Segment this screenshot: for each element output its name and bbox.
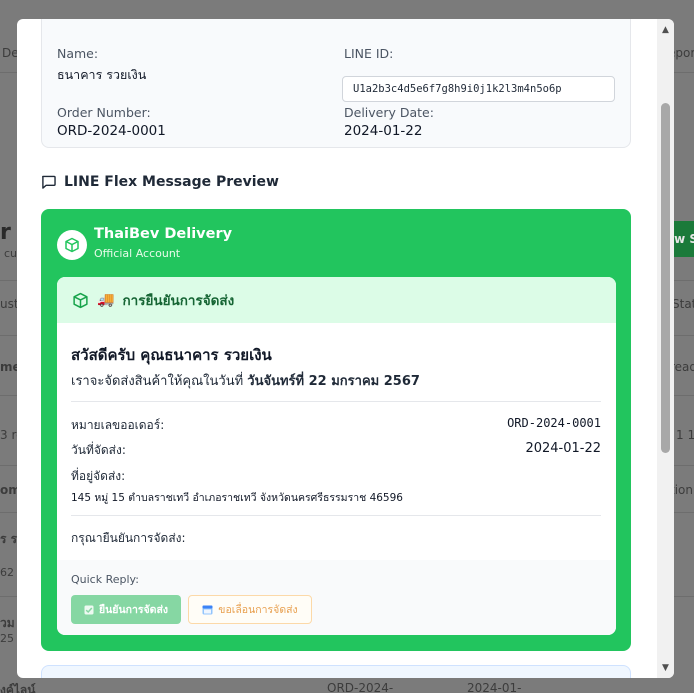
bg-fragment: 62 [0, 566, 14, 579]
date-value: 2024-01-22 [525, 441, 601, 456]
next-section-card [41, 665, 631, 678]
oa-avatar [57, 230, 87, 260]
bg-fragment: cu [4, 247, 18, 260]
modal-scroll-content[interactable]: Name: ธนาคาร รวยเงิน LINE ID: U1a2b3c4d5… [17, 19, 657, 678]
calendar-icon [202, 605, 213, 615]
greeting: สวัสดีครับ คุณธนาคาร รวยเงิน [71, 346, 272, 364]
bg-fragment: ORD-2024- [327, 681, 394, 693]
package-icon [65, 237, 79, 253]
order-number-value: ORD-2024-0001 [57, 123, 166, 139]
delivery-date-label: Delivery Date: [344, 105, 434, 120]
flex-bubble: 🚚 การยืนยันการจัดส่ง สวัสดีครับ คุณธนาคา… [57, 277, 616, 635]
order-label: หมายเลขออเดอร์: [71, 418, 165, 432]
bg-fragment: วม [0, 616, 15, 630]
modal-scrollbar[interactable]: ▲ ▼ [657, 19, 674, 678]
delivery-notice-prefix: เราจะจัดส่งสินค้าให้คุณในวันที่ [71, 374, 248, 389]
divider [71, 515, 601, 516]
bubble-header-title: การยืนยันการจัดส่ง [122, 293, 235, 309]
divider [71, 401, 601, 402]
preview-heading: LINE Flex Message Preview [41, 174, 279, 190]
scroll-thumb[interactable] [661, 103, 670, 453]
address-label: ที่อยู่จัดส่ง: [71, 469, 126, 483]
customer-info-card: Name: ธนาคาร รวยเงิน LINE ID: U1a2b3c4d5… [41, 19, 631, 148]
order-number-label: Order Number: [57, 105, 151, 120]
oa-subtitle: Official Account [94, 247, 181, 260]
confirm-delivery-button[interactable]: ยืนยันการจัดส่ง [71, 595, 181, 624]
chat-bubble-icon [42, 175, 56, 189]
confirm-prompt: กรุณายืนยันการจัดส่ง: [71, 531, 186, 545]
flex-message-container: ThaiBev Delivery Official Account 🚚 การย… [41, 209, 631, 651]
flex-preview-modal: Name: ธนาคาร รวยเงิน LINE ID: U1a2b3c4d5… [17, 19, 674, 678]
postpone-button-label: ขอเลื่อนการจัดส่ง [218, 604, 298, 616]
scroll-up-arrow-icon[interactable]: ▲ [659, 23, 672, 36]
package-icon [73, 292, 88, 308]
bubble-header: 🚚 การยืนยันการจัดส่ง [57, 277, 616, 323]
delivery-date-value: 2024-01-22 [344, 123, 423, 139]
date-label: วันที่จัดส่ง: [71, 443, 126, 457]
confirm-button-label: ยืนยันการจัดส่ง [98, 604, 169, 616]
address-value: 145 หมู่ 15 ตำบลราชเทวี อำเภอราชเทวี จัง… [71, 492, 403, 504]
truck-icon: 🚚 [97, 292, 115, 308]
postpone-delivery-button[interactable]: ขอเลื่อนการจัดส่ง [188, 595, 312, 624]
name-label: Name: [57, 46, 99, 61]
name-value: ธนาคาร รวยเงิน [57, 67, 147, 82]
bg-fragment: งค์ไลน์ [0, 683, 36, 693]
delivery-notice-date: วันจันทร์ที่ 22 มกราคม 2567 [247, 374, 420, 389]
line-id-label: LINE ID: [344, 46, 394, 61]
bg-fragment: 1 1 [676, 428, 694, 442]
delivery-notice: เราจะจัดส่งสินค้าให้คุณในวันที่ วันจันทร… [71, 370, 420, 391]
bg-fragment: 25 [0, 632, 14, 645]
bg-fragment: Stat [672, 297, 694, 311]
line-id-field[interactable]: U1a2b3c4d5e6f7g8h9i0j1k2l3m4n5o6p [342, 76, 615, 102]
scroll-down-arrow-icon[interactable]: ▼ [659, 661, 672, 674]
quick-reply-label: Quick Reply: [71, 573, 139, 586]
bg-fragment: ร ร [0, 532, 18, 546]
order-value: ORD-2024-0001 [507, 416, 601, 430]
bg-fragment: 2024-01- [467, 681, 522, 693]
check-box-icon [84, 605, 94, 614]
quick-reply-area: Quick Reply: ยืนยันการจัดส่ง ขอเลื่อนการ… [57, 560, 616, 635]
preview-title: LINE Flex Message Preview [64, 174, 279, 190]
oa-name: ThaiBev Delivery [94, 226, 233, 242]
